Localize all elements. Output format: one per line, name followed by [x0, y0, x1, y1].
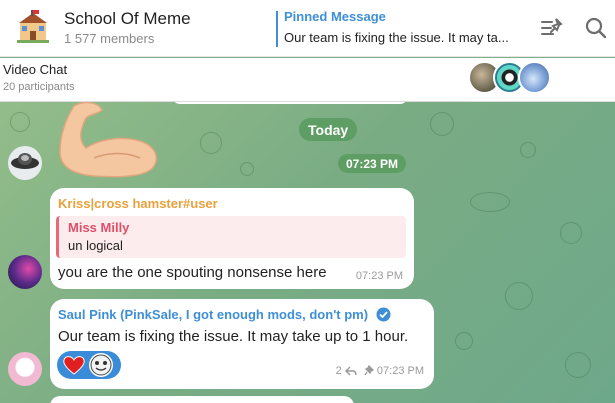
user-avatar[interactable] [8, 352, 42, 386]
background-doodle [455, 332, 473, 350]
sender-name[interactable]: Kriss|cross hamster#user [58, 196, 218, 211]
reaction-chip[interactable] [57, 351, 121, 379]
chat-header: School Of Meme 1 577 members Pinned Mess… [0, 0, 615, 57]
pinned-message[interactable]: Pinned Message Our team is fixing the is… [276, 9, 531, 47]
school-building-icon[interactable] [14, 10, 52, 44]
verified-badge-icon [376, 307, 391, 322]
message-bubble[interactable]: Kriss|cross hamster#user Miss Milly un l… [50, 188, 414, 289]
pinned-indicator-bar [276, 11, 278, 47]
background-doodle [10, 112, 30, 132]
reply-arrow-icon [344, 366, 357, 376]
date-separator: Today [299, 118, 358, 141]
background-doodle [520, 142, 536, 158]
video-chat-participants: 20 participants [3, 81, 75, 93]
chat-title[interactable]: School Of Meme [64, 9, 191, 29]
reactor-avatar [89, 353, 113, 377]
user-avatar[interactable] [8, 146, 42, 180]
flexed-biceps-sticker[interactable] [54, 102, 162, 178]
message-bubble[interactable]: Saul Pink (PinkSale, I got enough mods, … [50, 299, 434, 389]
background-doodle [560, 222, 582, 244]
reply-text: un logical [68, 238, 123, 253]
ufo-icon [11, 153, 39, 169]
background-doodle [470, 192, 510, 212]
reply-count: 2 [335, 365, 342, 377]
pinned-title: Pinned Message [284, 9, 386, 24]
chat-area: Today 07:23 PM Kriss|cross hamster#user … [0, 102, 615, 403]
participant-avatar [518, 61, 551, 94]
previous-message-edge [172, 102, 408, 104]
video-chat-bar[interactable]: Video Chat 20 participants [0, 58, 615, 102]
search-icon[interactable] [583, 15, 609, 41]
message-bubble[interactable] [50, 396, 354, 403]
pin-icon [364, 364, 374, 376]
background-doodle [430, 112, 454, 136]
video-chat-title: Video Chat [3, 62, 68, 77]
background-doodle [565, 352, 591, 378]
pinned-text: Our team is fixing the issue. It may ta.… [284, 30, 509, 45]
message-text: you are the one spouting nonsense here [58, 264, 327, 281]
message-text: Our team is fixing the issue. It may tak… [58, 328, 409, 345]
reply-sender-name: Miss Milly [68, 220, 130, 235]
sender-name[interactable]: Saul Pink (PinkSale, I got enough mods, … [58, 307, 391, 322]
user-avatar[interactable] [8, 255, 42, 289]
message-meta: 2 07:23 PM [335, 364, 424, 377]
background-doodle [200, 132, 222, 154]
red-heart-icon [63, 356, 85, 375]
reply-quote[interactable]: Miss Milly un logical [56, 216, 406, 258]
meme-face-icon [90, 354, 112, 376]
pinned-list-icon[interactable] [539, 15, 565, 41]
background-doodle [240, 162, 254, 176]
message-time: 07:23 PM [355, 270, 403, 282]
member-count: 1 577 members [64, 31, 155, 46]
sender-name-text: Saul Pink (PinkSale, I got enough mods, … [58, 307, 369, 322]
time-separator: 07:23 PM [338, 154, 407, 173]
background-doodle [505, 282, 533, 310]
message-time: 07:23 PM [376, 365, 424, 377]
